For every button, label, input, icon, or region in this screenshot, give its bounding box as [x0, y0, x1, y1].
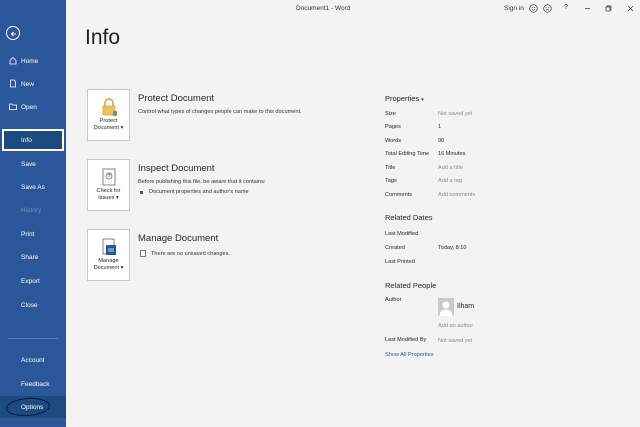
sidebar-item-label: Info: [21, 136, 32, 144]
checklist-icon: [102, 168, 116, 186]
prop-value: 16 Minutes: [438, 151, 466, 157]
sidebar-item-label: Print: [21, 230, 35, 238]
add-author-field[interactable]: Add an author: [438, 323, 473, 329]
document-icon: [140, 250, 146, 257]
sidebar-item-print[interactable]: Print: [0, 223, 66, 245]
section-description: Before publishing this file, be aware th…: [138, 179, 266, 185]
check-for-issues-button[interactable]: Check for Issues ▾: [87, 159, 130, 211]
active-highlight: [4, 131, 62, 149]
section-title: Manage Document: [138, 233, 219, 244]
prop-value: Not saved yet: [438, 338, 473, 344]
smile-icon[interactable]: [529, 4, 538, 13]
sidebar-item-save-as[interactable]: Save As: [0, 176, 66, 198]
prop-label: Total Editing Time: [385, 151, 430, 157]
sidebar-item-label: Save: [21, 160, 36, 168]
sidebar-item-label: Close: [21, 301, 38, 309]
author-name[interactable]: Ilham: [457, 303, 474, 310]
sidebar-item-label: History: [21, 206, 42, 214]
properties-heading[interactable]: Properties ▾: [385, 94, 424, 103]
sidebar-item-history: History: [0, 199, 66, 221]
back-arrow-icon[interactable]: [6, 26, 20, 40]
minimize-icon[interactable]: [583, 4, 592, 13]
sidebar-item-feedback[interactable]: Feedback: [0, 373, 66, 395]
prop-label: Comments: [385, 192, 413, 198]
prop-label: Author: [385, 297, 402, 303]
sidebar-item-export[interactable]: Export: [0, 270, 66, 292]
title-field[interactable]: Add a title: [438, 165, 463, 171]
prop-label: Words: [385, 138, 402, 144]
button-label: Protect: [99, 118, 118, 124]
page-title: Info: [85, 26, 121, 49]
section-title: Inspect Document: [138, 163, 215, 174]
help-button[interactable]: ?: [564, 4, 568, 11]
sidebar-item-info[interactable]: Info: [2, 129, 64, 151]
lock-icon: [102, 98, 117, 116]
bullet-text: Document properties and author's name: [149, 189, 249, 195]
button-label: Issues: [98, 195, 115, 201]
sidebar-item-label: New: [21, 80, 35, 88]
window-title: Document1 - Word: [296, 5, 351, 12]
prop-value: 1: [438, 124, 442, 130]
sidebar-item-label: Share: [21, 253, 39, 261]
related-dates-heading: Related Dates: [385, 213, 433, 222]
prop-label: Tags: [385, 178, 397, 184]
avatar: [438, 298, 454, 316]
sidebar-item-label: Save As: [21, 183, 45, 191]
manage-document-button[interactable]: Manage Document ▾: [87, 229, 130, 281]
sidebar-item-share[interactable]: Share: [0, 246, 66, 268]
button-label: Manage: [98, 258, 119, 264]
sidebar-item-label: Home: [21, 57, 39, 65]
sidebar-item-save[interactable]: Save: [0, 153, 66, 175]
manage-document-icon: [102, 238, 116, 255]
prop-label: Last Printed: [385, 259, 415, 265]
chevron-down-icon: ▾: [421, 97, 424, 103]
sidebar-item-label: Open: [21, 103, 37, 111]
close-icon[interactable]: [626, 4, 635, 13]
backstage-sidebar: Home New Open Info Save Save As History …: [0, 0, 66, 427]
related-people-heading: Related People: [385, 281, 437, 290]
sidebar-item-home[interactable]: Home: [0, 50, 66, 72]
prop-label: Created: [385, 245, 405, 251]
folder-open-icon: [9, 103, 17, 110]
bullet-icon: [140, 190, 143, 194]
section-description: Control what types of changes people can…: [138, 109, 302, 115]
prop-label: Pages: [385, 124, 401, 130]
frown-icon[interactable]: [543, 4, 552, 13]
tags-field[interactable]: Add a tag: [438, 178, 462, 184]
button-label: Document: [93, 265, 120, 271]
comments-field[interactable]: Add comments: [438, 192, 475, 198]
sidebar-item-close[interactable]: Close: [0, 294, 66, 316]
sidebar-item-account[interactable]: Account: [0, 349, 66, 371]
sidebar-item-new[interactable]: New: [0, 73, 66, 95]
prop-label: Size: [385, 111, 396, 117]
title-bar: Document1 - Word Sign in ?: [66, 0, 640, 18]
sidebar-item-label: Export: [21, 277, 40, 285]
sidebar-item-open[interactable]: Open: [0, 96, 66, 118]
properties-heading-label: Properties: [385, 94, 420, 103]
prop-label: Title: [385, 165, 396, 171]
sign-in-link[interactable]: Sign in: [504, 5, 524, 12]
new-document-icon: [10, 79, 16, 88]
prop-value: Today, 8:10: [438, 245, 467, 251]
home-icon: [9, 56, 17, 65]
bullet-item: Document properties and author's name: [140, 189, 249, 195]
protect-document-button[interactable]: Protect Document ▾: [87, 89, 130, 141]
prop-label: Last Modified By: [385, 337, 427, 343]
person-icon: [439, 301, 453, 316]
prop-label: Last Modified: [385, 231, 419, 237]
show-all-properties-link[interactable]: Show All Properties: [385, 352, 434, 358]
sidebar-divider: [8, 338, 58, 339]
sidebar-item-label: Feedback: [21, 380, 50, 388]
section-title: Protect Document: [138, 93, 215, 104]
bullet-text: There are no unsaved changes.: [151, 250, 230, 257]
prop-value: Not saved yet: [438, 111, 473, 117]
prop-value: 90: [438, 138, 445, 144]
button-label: Document: [93, 125, 120, 131]
bullet-item: There are no unsaved changes.: [140, 250, 230, 257]
restore-icon[interactable]: [604, 4, 613, 13]
button-label: Check for: [96, 188, 121, 194]
sidebar-item-label: Account: [21, 356, 45, 364]
